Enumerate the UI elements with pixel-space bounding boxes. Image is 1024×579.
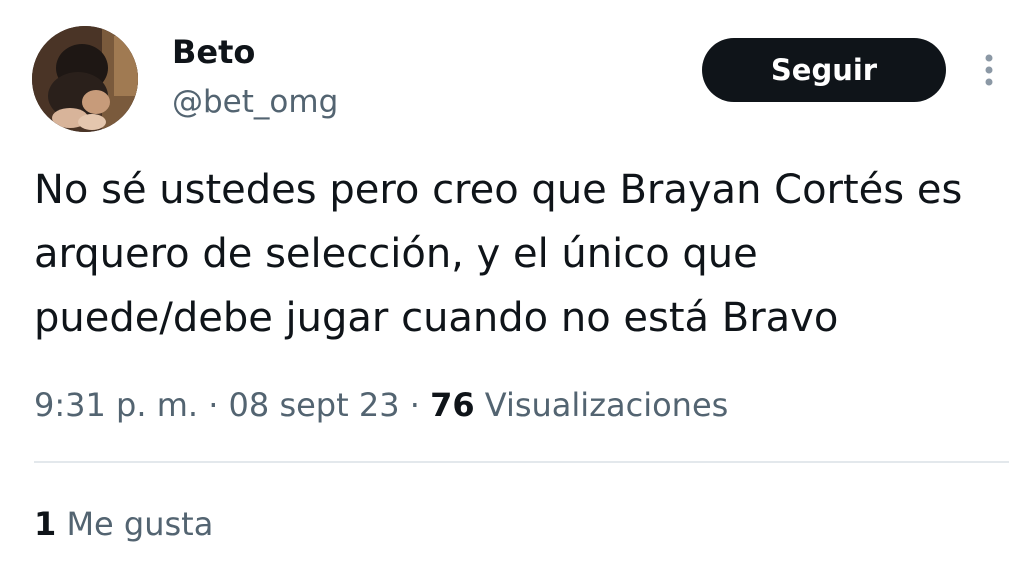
- divider: [34, 461, 1009, 463]
- tweet-meta: 9:31 p. m. · 08 sept 23 · 76 Visualizaci…: [34, 383, 728, 427]
- vertical-ellipsis-icon: [985, 54, 993, 86]
- views-label: Visualizaciones: [484, 386, 729, 424]
- display-name[interactable]: Beto: [172, 32, 255, 72]
- more-options-button[interactable]: [975, 50, 1003, 90]
- avatar[interactable]: [32, 26, 138, 132]
- avatar-photo: [32, 26, 138, 132]
- user-handle[interactable]: @bet_omg: [172, 82, 338, 122]
- tweet-time[interactable]: 9:31 p. m.: [34, 386, 198, 424]
- tweet-date[interactable]: 08 sept 23: [229, 386, 400, 424]
- likes-link[interactable]: 1 Me gusta: [34, 502, 213, 546]
- meta-separator: ·: [409, 386, 420, 424]
- meta-separator: ·: [208, 386, 219, 424]
- follow-button[interactable]: Seguir: [702, 38, 946, 102]
- views-count: 76: [430, 386, 475, 424]
- tweet-text: No sé ustedes pero creo que Brayan Corté…: [34, 167, 963, 341]
- likes-label: Me gusta: [66, 505, 214, 543]
- tweet-card: Beto @bet_omg Seguir No sé ustedes pero …: [0, 0, 1024, 579]
- likes-count: 1: [34, 505, 57, 543]
